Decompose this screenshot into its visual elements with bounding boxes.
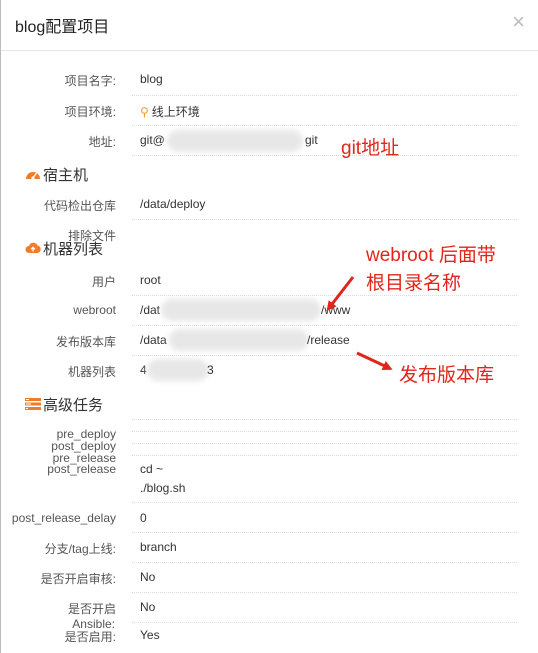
machine-list-value-suffix: 3 xyxy=(207,363,214,377)
checkout-repo-value: /data/deploy xyxy=(140,197,206,211)
section-advanced: 高级任务 xyxy=(25,394,103,415)
post-release-delay-value: 0 xyxy=(140,511,147,525)
divider xyxy=(132,95,517,96)
annotation-release: 发布版本库 xyxy=(399,365,495,386)
enable-value: No xyxy=(140,600,156,614)
release-repo-value-prefix: /data xyxy=(140,333,167,347)
post-release-delay-label: post_release_delay xyxy=(11,511,116,525)
annotation-webroot-line1: webroot 后面带 xyxy=(366,245,496,266)
enabled-label: 是否启用: xyxy=(64,630,116,644)
divider xyxy=(132,125,517,126)
project-env-text: 线上环境 xyxy=(151,105,200,119)
divider xyxy=(132,419,517,420)
project-env-value: ⚲ 线上环境 xyxy=(140,103,200,120)
location-pin-icon: ⚲ xyxy=(140,105,149,119)
release-repo-label: 发布版本库 xyxy=(55,335,116,349)
divider xyxy=(132,325,517,326)
post-release-value-line1: cd ~ xyxy=(140,462,164,476)
machine-list-label: 机器列表 xyxy=(67,365,116,379)
divider xyxy=(132,431,517,432)
divider xyxy=(132,443,517,444)
dialog-header: blog配置项目 × xyxy=(1,0,538,51)
release-repo-value-suffix: /release xyxy=(307,333,350,347)
user-label: 用户 xyxy=(91,275,116,289)
project-name-label: 项目名字: xyxy=(64,74,116,88)
divider xyxy=(132,295,517,296)
webroot-label: webroot xyxy=(73,303,116,317)
project-env-label: 项目环境: xyxy=(64,105,116,119)
post-release-value-line2: ./blog.sh xyxy=(140,481,186,495)
divider xyxy=(132,155,517,156)
address-value-suffix: git xyxy=(305,133,318,147)
webroot-value-prefix: /dat xyxy=(140,303,161,317)
audit-value: No xyxy=(140,570,156,584)
section-host-title: 宿主机 xyxy=(43,167,89,184)
divider xyxy=(132,219,517,220)
divider xyxy=(132,622,517,623)
section-machines-title: 机器列表 xyxy=(43,241,104,258)
annotation-webroot-line2: 根目录名称 xyxy=(366,273,462,294)
divider xyxy=(132,455,517,456)
dialog-title: blog配置项目 xyxy=(15,19,110,36)
divider xyxy=(132,532,517,533)
section-host: 宿主机 xyxy=(25,164,88,185)
close-icon[interactable]: × xyxy=(512,11,525,33)
enabled-value: Yes xyxy=(140,628,160,642)
redacted-blur xyxy=(169,329,309,351)
redacted-blur xyxy=(161,299,321,321)
divider xyxy=(132,355,517,356)
address-value-prefix: git@ xyxy=(140,133,165,147)
annotation-git: git地址 xyxy=(341,138,400,159)
audit-label: 是否开启审核: xyxy=(40,572,116,586)
checkout-repo-label: 代码检出仓库 xyxy=(43,199,116,213)
redacted-blur xyxy=(167,130,303,152)
address-label: 地址: xyxy=(88,135,116,149)
branch-tag-label: 分支/tag上线: xyxy=(44,542,116,556)
branch-tag-value: branch xyxy=(140,540,177,554)
tasks-icon xyxy=(25,398,41,410)
divider xyxy=(132,502,517,503)
project-name-value: blog xyxy=(140,72,163,86)
user-value: root xyxy=(140,273,161,287)
divider xyxy=(132,562,517,563)
dashboard-icon xyxy=(26,172,40,180)
section-advanced-title: 高级任务 xyxy=(43,397,104,414)
section-machines: 机器列表 xyxy=(25,238,103,259)
redacted-blur xyxy=(147,359,209,381)
enable-label: 是否开启 xyxy=(67,602,116,616)
webroot-value-suffix: /www xyxy=(321,303,351,317)
config-dialog: blog配置项目 × 项目名字: blog 项目环境: ⚲ 线上环境 地址: gi… xyxy=(0,0,538,653)
cloud-upload-icon xyxy=(25,242,41,253)
divider xyxy=(132,592,517,593)
machine-list-value-prefix: 4 xyxy=(140,363,147,377)
post-release-label: post_release xyxy=(47,462,116,476)
